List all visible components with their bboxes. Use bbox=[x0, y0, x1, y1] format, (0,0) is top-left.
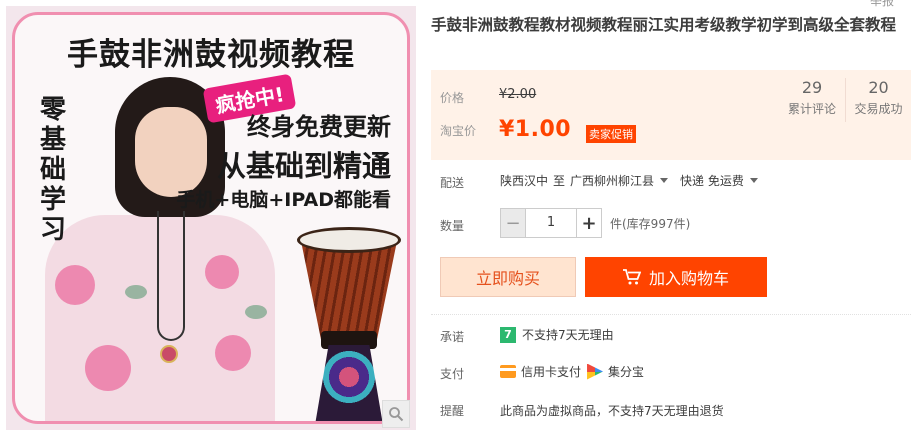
pay-jifenbao[interactable]: 集分宝 bbox=[587, 363, 644, 380]
image-frame: 手鼓非洲鼓视频教程 零基础学习 疯抢中! 终身免费更新 从基础到精通 手机+电脑… bbox=[12, 12, 410, 424]
product-main-image[interactable]: 手鼓非洲鼓视频教程 零基础学习 疯抢中! 终身免费更新 从基础到精通 手机+电脑… bbox=[6, 6, 416, 430]
chevron-down-icon bbox=[660, 178, 669, 183]
necklace bbox=[157, 211, 185, 341]
image-vertical-text: 零基础学习 bbox=[39, 95, 66, 245]
stock-text: 件(库存997件) bbox=[610, 216, 691, 231]
quantity-plus-button[interactable]: + bbox=[576, 208, 602, 238]
stat-deals-label: 交易成功 bbox=[854, 102, 903, 116]
stat-deals-count: 20 bbox=[868, 78, 889, 97]
djembe-drum-base bbox=[315, 345, 383, 421]
pay-jifenbao-label: 集分宝 bbox=[608, 365, 645, 379]
taobao-price-label: 淘宝价 bbox=[440, 124, 477, 138]
tip-label: 提醒 bbox=[440, 404, 465, 418]
payment-label: 支付 bbox=[440, 367, 465, 381]
pendant bbox=[160, 345, 178, 363]
chevron-down-icon bbox=[749, 178, 758, 183]
flower-pattern bbox=[215, 335, 251, 371]
taobao-price: ¥1.00 bbox=[499, 117, 572, 142]
original-price: ¥2.00 bbox=[499, 87, 537, 102]
product-title: 手鼓非洲鼓教程教材视频教程丽江实用考级教学初学到高级全套教程 bbox=[431, 16, 897, 34]
promise-row: 7 不支持7天无理由 bbox=[500, 326, 614, 343]
zoom-button[interactable] bbox=[382, 400, 410, 428]
pay-credit-card[interactable]: 信用卡支付 bbox=[500, 363, 581, 380]
flower-pattern bbox=[85, 345, 131, 391]
stat-reviews-label: 累计评论 bbox=[787, 102, 836, 116]
flower-pattern bbox=[205, 255, 239, 289]
image-line-3: 手机+电脑+IPAD都能看 bbox=[176, 189, 391, 211]
credit-card-icon bbox=[500, 365, 516, 378]
leaf-pattern bbox=[245, 305, 267, 319]
promise-text[interactable]: 不支持7天无理由 bbox=[522, 326, 614, 343]
djembe-drum-head bbox=[297, 227, 401, 253]
image-line-2: 从基础到精通 bbox=[216, 149, 391, 183]
image-headline: 手鼓非洲鼓视频教程 bbox=[67, 37, 355, 73]
ship-to-word: 至 bbox=[553, 174, 566, 188]
tip-text: 此商品为虚拟商品，不支持7天无理由退货 bbox=[500, 404, 724, 418]
payment-row: 信用卡支付 集分宝 bbox=[500, 363, 650, 380]
add-to-cart-label: 加入购物车 bbox=[648, 269, 729, 288]
ship-to: 广西柳州柳江县 bbox=[570, 174, 655, 188]
djembe-drum-body bbox=[301, 241, 397, 345]
flower-pattern bbox=[55, 265, 95, 305]
shipping-row: 陕西汉中 至 广西柳州柳江县 快递 免运费 bbox=[500, 172, 770, 189]
promise-label: 承诺 bbox=[440, 330, 465, 344]
pay-credit-card-label: 信用卡支付 bbox=[521, 365, 582, 379]
quantity-minus-button[interactable]: − bbox=[500, 208, 526, 238]
promo-tag: 卖家促销 bbox=[586, 125, 636, 143]
price-box: 价格 ¥2.00 淘宝价 ¥1.00 卖家促销 29 累计评论 20 交易成功 bbox=[431, 70, 911, 160]
image-line-1: 终身免费更新 bbox=[247, 113, 391, 141]
stats: 29 累计评论 20 交易成功 bbox=[779, 78, 911, 122]
quantity-input[interactable]: 1 bbox=[526, 208, 576, 238]
divider bbox=[431, 314, 911, 315]
ship-to-dropdown[interactable]: 广西柳州柳江县 bbox=[570, 172, 680, 189]
ship-method: 快递 免运费 bbox=[680, 174, 744, 188]
leaf-pattern bbox=[125, 285, 147, 299]
stat-reviews-count: 29 bbox=[801, 78, 823, 97]
add-to-cart-button[interactable]: 加入购物车 bbox=[585, 257, 767, 297]
original-price-label: 价格 bbox=[440, 91, 465, 105]
shipping-label: 配送 bbox=[440, 176, 465, 190]
ship-method-dropdown[interactable]: 快递 免运费 bbox=[680, 172, 770, 189]
report-link[interactable]: 举报 bbox=[870, 0, 894, 9]
quantity-label: 数量 bbox=[440, 219, 465, 233]
search-icon bbox=[389, 407, 404, 422]
cart-icon bbox=[622, 269, 641, 285]
buy-now-button[interactable]: 立即购买 bbox=[440, 257, 576, 297]
quantity-stepper: − 1 + 件(库存997件) bbox=[500, 208, 690, 238]
stat-reviews[interactable]: 29 累计评论 bbox=[779, 78, 845, 122]
seven-day-icon: 7 bbox=[500, 326, 516, 343]
stat-deals[interactable]: 20 交易成功 bbox=[845, 78, 911, 122]
ship-from: 陕西汉中 bbox=[500, 174, 549, 188]
jifenbao-icon bbox=[587, 363, 604, 380]
person-face bbox=[135, 107, 207, 197]
